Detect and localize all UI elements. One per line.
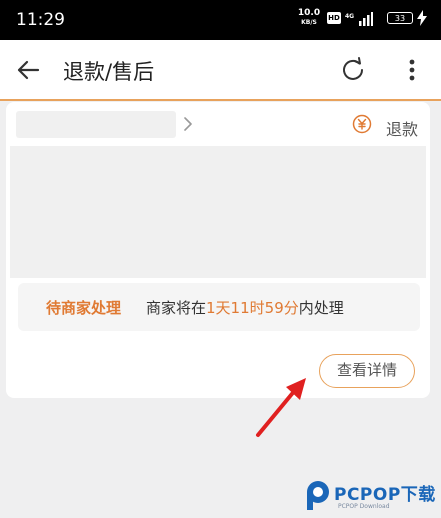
status-time: 11:29	[16, 10, 65, 30]
watermark-sub: PCPOP Download	[338, 503, 390, 510]
status-bar: 11:29 10.0 KB/S HD 4G 33	[0, 0, 441, 40]
chevron-right-icon[interactable]	[178, 114, 198, 134]
network-speed-unit: KB/S	[301, 19, 317, 26]
status-text-suffix: 内处理	[298, 299, 344, 317]
watermark: PCPOP下载 PCPOP Download	[304, 474, 438, 516]
yen-refund-icon	[352, 114, 372, 134]
status-label: 待商家处理	[46, 299, 122, 317]
refresh-icon[interactable]	[338, 55, 368, 85]
annotation-arrow-icon	[256, 378, 306, 437]
app-bar: 退款/售后	[0, 40, 441, 101]
more-vert-icon[interactable]	[400, 54, 424, 86]
status-text-prefix: 商家将在	[146, 299, 207, 317]
order-card: 退款 待商家处理 商家将在1天11时59分内处理 查看详情	[6, 102, 430, 398]
battery-icon: 33	[387, 12, 413, 24]
status-description: 商家将在1天11时59分内处理	[146, 297, 344, 318]
network-speed: 10.0 KB/S	[297, 9, 321, 27]
view-details-button[interactable]: 查看详情	[319, 354, 415, 388]
back-arrow-icon[interactable]	[12, 54, 44, 86]
refund-status-box: 待商家处理 商家将在1天11时59分内处理	[18, 283, 420, 331]
status-icons: 10.0 KB/S HD 4G 33	[279, 9, 429, 29]
shop-name-redacted[interactable]	[16, 111, 176, 138]
product-info-redacted[interactable]	[10, 146, 426, 278]
charging-icon	[417, 10, 427, 26]
pcpop-logo-icon	[307, 481, 329, 510]
battery-level: 33	[394, 14, 406, 23]
refund-label: 退款	[385, 120, 418, 139]
status-countdown: 1天11时59分	[206, 299, 299, 317]
page-title: 退款/售后	[63, 60, 155, 84]
refund-tag: 退款	[348, 114, 418, 139]
watermark-brand: PCPOP下载	[334, 485, 436, 505]
signal-icon: 4G	[345, 12, 373, 26]
hd-badge: HD	[327, 12, 341, 24]
network-speed-value: 10.0	[297, 8, 321, 18]
network-type: 4G	[345, 13, 354, 20]
